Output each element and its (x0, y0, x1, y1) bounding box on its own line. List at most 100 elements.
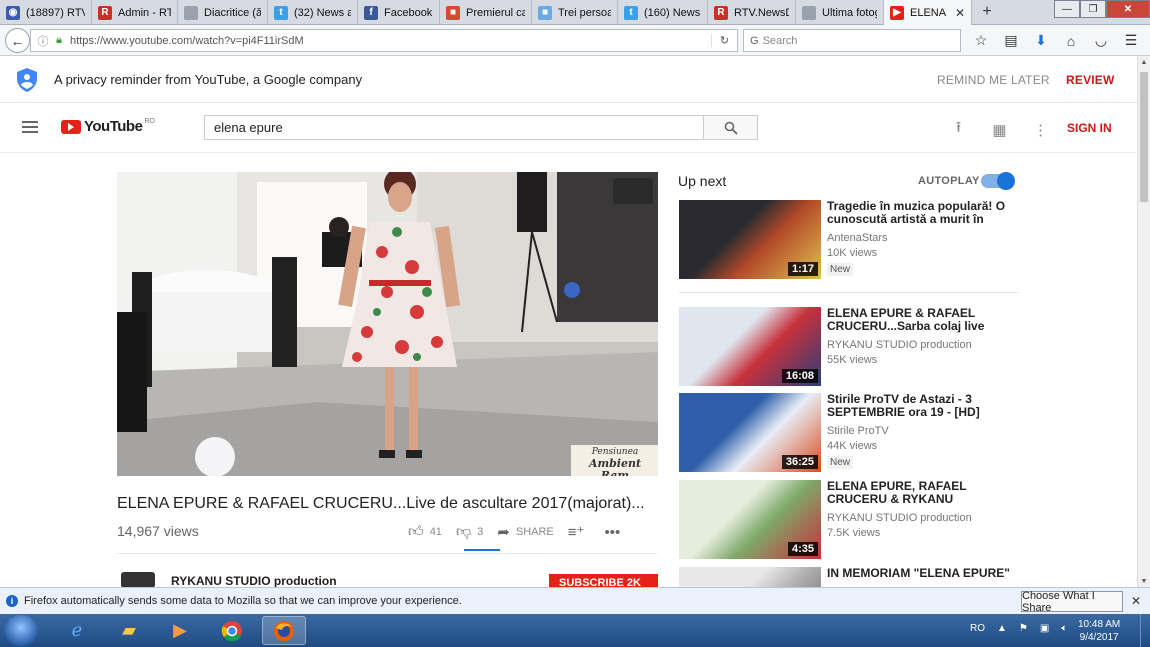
search-icon (724, 121, 738, 135)
video-title-link[interactable]: ELENA EPURE & RAFAEL CRUCERU...Sarba col… (827, 307, 1017, 333)
review-button[interactable]: REVIEW (1066, 73, 1115, 87)
video-title-link[interactable]: IN MEMORIAM "ELENA EPURE" (827, 567, 1017, 580)
download-icon[interactable]: ⬇ (1026, 29, 1056, 52)
add-to-playlist-button[interactable]: ≡⁺ (568, 523, 591, 541)
video-info: ELENA EPURE & RAFAEL CRUCERU...Sarba col… (827, 307, 1017, 366)
clock-time: 10:48 AM (1078, 619, 1121, 630)
video-player[interactable]: Pensiunea Ambient Ram (117, 172, 658, 476)
browser-tab[interactable]: ■ Trei persoan (532, 0, 618, 25)
maximize-button[interactable]: ❐ (1080, 0, 1106, 18)
video-title-link[interactable]: ELENA EPURE, RAFAEL CRUCERU & RYKANU (827, 480, 1017, 506)
suggested-video[interactable]: 36:25 Stirile ProTV de Astazi - 3 SEPTEMB… (679, 393, 1079, 473)
up-next-divider (679, 292, 1019, 293)
clock[interactable]: 10:48 AM 9/4/2017 (1078, 618, 1120, 644)
bookmark-star-icon[interactable]: ☆ (966, 29, 996, 52)
volume-icon[interactable]: 🔈︎ (1061, 623, 1067, 634)
flag-icon[interactable]: ⚑ (1019, 623, 1028, 634)
video-title-link[interactable]: Stirile ProTV de Astazi - 3 SEPTEMBRIE o… (827, 393, 1017, 419)
video-info: Stirile ProTV de Astazi - 3 SEPTEMBRIE o… (827, 393, 1017, 470)
tab-close-icon[interactable]: ✕ (955, 6, 965, 20)
search-engine-icon: G (750, 34, 759, 47)
tab-label: Premierul ca (466, 6, 525, 19)
choose-what-i-share-button[interactable]: Choose What I Share (1021, 590, 1123, 614)
show-desktop-button[interactable] (1140, 614, 1150, 647)
guide-menu-icon[interactable] (22, 121, 38, 133)
internet-explorer-icon[interactable]: ℯ (55, 616, 99, 645)
autoplay-label: AUTOPLAY (918, 175, 980, 187)
video-duration: 4:35 (787, 542, 818, 556)
video-channel: RYKANU STUDIO production (827, 339, 972, 351)
video-title-link[interactable]: Tragedie în muzica populară! O cunoscută… (827, 200, 1017, 226)
new-tab-button[interactable]: + (972, 0, 1002, 24)
channel-name[interactable]: RYKANU STUDIO production (171, 574, 337, 588)
url-text[interactable]: https://www.youtube.com/watch?v=pi4F11ir… (66, 35, 711, 47)
browser-tab[interactable]: Diacritice (ăâîșț) (178, 0, 268, 25)
browser-tab[interactable]: t (160) News (618, 0, 708, 25)
browser-tab[interactable]: ▶ ELENA EP ✕ (884, 0, 972, 25)
video-thumbnail[interactable]: 36:25 (679, 393, 821, 472)
scrollbar-thumb[interactable] (1140, 72, 1148, 202)
start-button[interactable] (4, 615, 38, 646)
rtv-icon: R (714, 5, 728, 20)
arrow-left-icon: ← (10, 32, 25, 49)
page-scrollbar[interactable]: ▲ ▼ (1137, 56, 1150, 587)
file-explorer-icon[interactable]: ▰ (107, 616, 151, 645)
back-button[interactable]: ← (5, 28, 30, 53)
youtube-logo[interactable]: YouTube RO (61, 118, 155, 135)
window-close-button[interactable]: ✕ (1106, 0, 1150, 18)
autoplay-toggle[interactable] (981, 172, 1015, 190)
pocket-icon[interactable]: ◡ (1086, 29, 1116, 52)
more-vert-icon[interactable]: ⋮ (1020, 117, 1061, 142)
media-player-icon[interactable]: ▶ (158, 616, 202, 645)
url-bar[interactable]: ⓘ 🔒︎ https://www.youtube.com/watch?v=pi4… (30, 29, 738, 52)
channel-avatar[interactable] (121, 572, 155, 588)
menu-icon[interactable]: ☰ (1116, 29, 1146, 52)
windows-taskbar: ℯ ▰ ▶ RO ▲ ⚑ ▣ 🔈︎ 10:48 AM 9/4/2017 (0, 614, 1150, 647)
browser-tab[interactable]: R Admin - RTV (92, 0, 178, 25)
reading-list-icon[interactable]: ▤ (996, 29, 1026, 52)
video-thumbnail[interactable]: 1:17 (679, 200, 821, 279)
scroll-up-icon[interactable]: ▲ (1138, 56, 1150, 68)
reload-icon[interactable]: ↻ (711, 34, 737, 47)
info-icon[interactable]: ⓘ (34, 33, 52, 49)
lock-icon: 🔒︎ (56, 34, 62, 46)
network-icon[interactable]: ▣ (1040, 623, 1049, 634)
browser-tab[interactable]: R RTV.NewsDe (708, 0, 796, 25)
browser-tab[interactable]: Ultima fotografie (796, 0, 884, 25)
home-icon[interactable]: ⌂ (1056, 29, 1086, 52)
dislike-button[interactable]: 👎︎ 3 (456, 523, 483, 541)
view-count: 14,967 views (117, 523, 199, 539)
browser-tab[interactable]: ◉ (18897) RTV (0, 0, 92, 25)
suggested-video[interactable]: 4:35 ELENA EPURE, RAFAEL CRUCERU & RYKANU… (679, 480, 1079, 560)
like-button[interactable]: 👍︎ 41 (408, 523, 442, 541)
browser-search-input[interactable]: G Search (743, 29, 961, 52)
browser-tab[interactable]: f Facebook (358, 0, 440, 25)
video-info: IN MEMORIAM "ELENA EPURE" (827, 567, 1017, 580)
upload-icon[interactable]: ⭱ (938, 117, 979, 142)
language-indicator[interactable]: RO (970, 623, 985, 634)
sign-in-button[interactable]: SIGN IN (1067, 121, 1112, 135)
tray-expand-icon[interactable]: ▲ (997, 623, 1007, 634)
youtube-search-input[interactable]: elena epure (204, 115, 704, 140)
tab-label: (18897) RTV (26, 6, 85, 19)
search-button[interactable] (704, 115, 758, 140)
suggested-video[interactable]: 1:17 Tragedie în muzica populară! O cunos… (679, 200, 1079, 280)
browser-tab[interactable]: ■ Premierul ca (440, 0, 532, 25)
video-thumbnail[interactable]: 16:08 (679, 307, 821, 386)
browser-tab[interactable]: t (32) News at (268, 0, 358, 25)
firefox-taskbar-icon[interactable] (262, 616, 306, 645)
apps-grid-icon[interactable]: ▦ (979, 117, 1020, 142)
more-actions-button[interactable]: ••• (604, 524, 626, 541)
privacy-text: A privacy reminder from YouTube, a Googl… (54, 72, 363, 87)
minimize-button[interactable]: — (1054, 0, 1080, 18)
video-duration: 1:17 (787, 262, 818, 276)
chrome-icon[interactable] (210, 616, 254, 645)
video-thumbnail[interactable]: 4:35 (679, 480, 821, 559)
remind-me-later-button[interactable]: REMIND ME LATER (937, 73, 1050, 87)
scroll-down-icon[interactable]: ▼ (1138, 575, 1150, 587)
close-icon[interactable]: ✕ (1131, 594, 1141, 608)
suggested-video[interactable]: 16:08 ELENA EPURE & RAFAEL CRUCERU...Sarb… (679, 307, 1079, 387)
share-button[interactable]: ➦ SHARE (497, 523, 553, 541)
page-icon: ■ (446, 5, 460, 20)
thumbs-down-icon: 👎︎ (455, 523, 472, 540)
